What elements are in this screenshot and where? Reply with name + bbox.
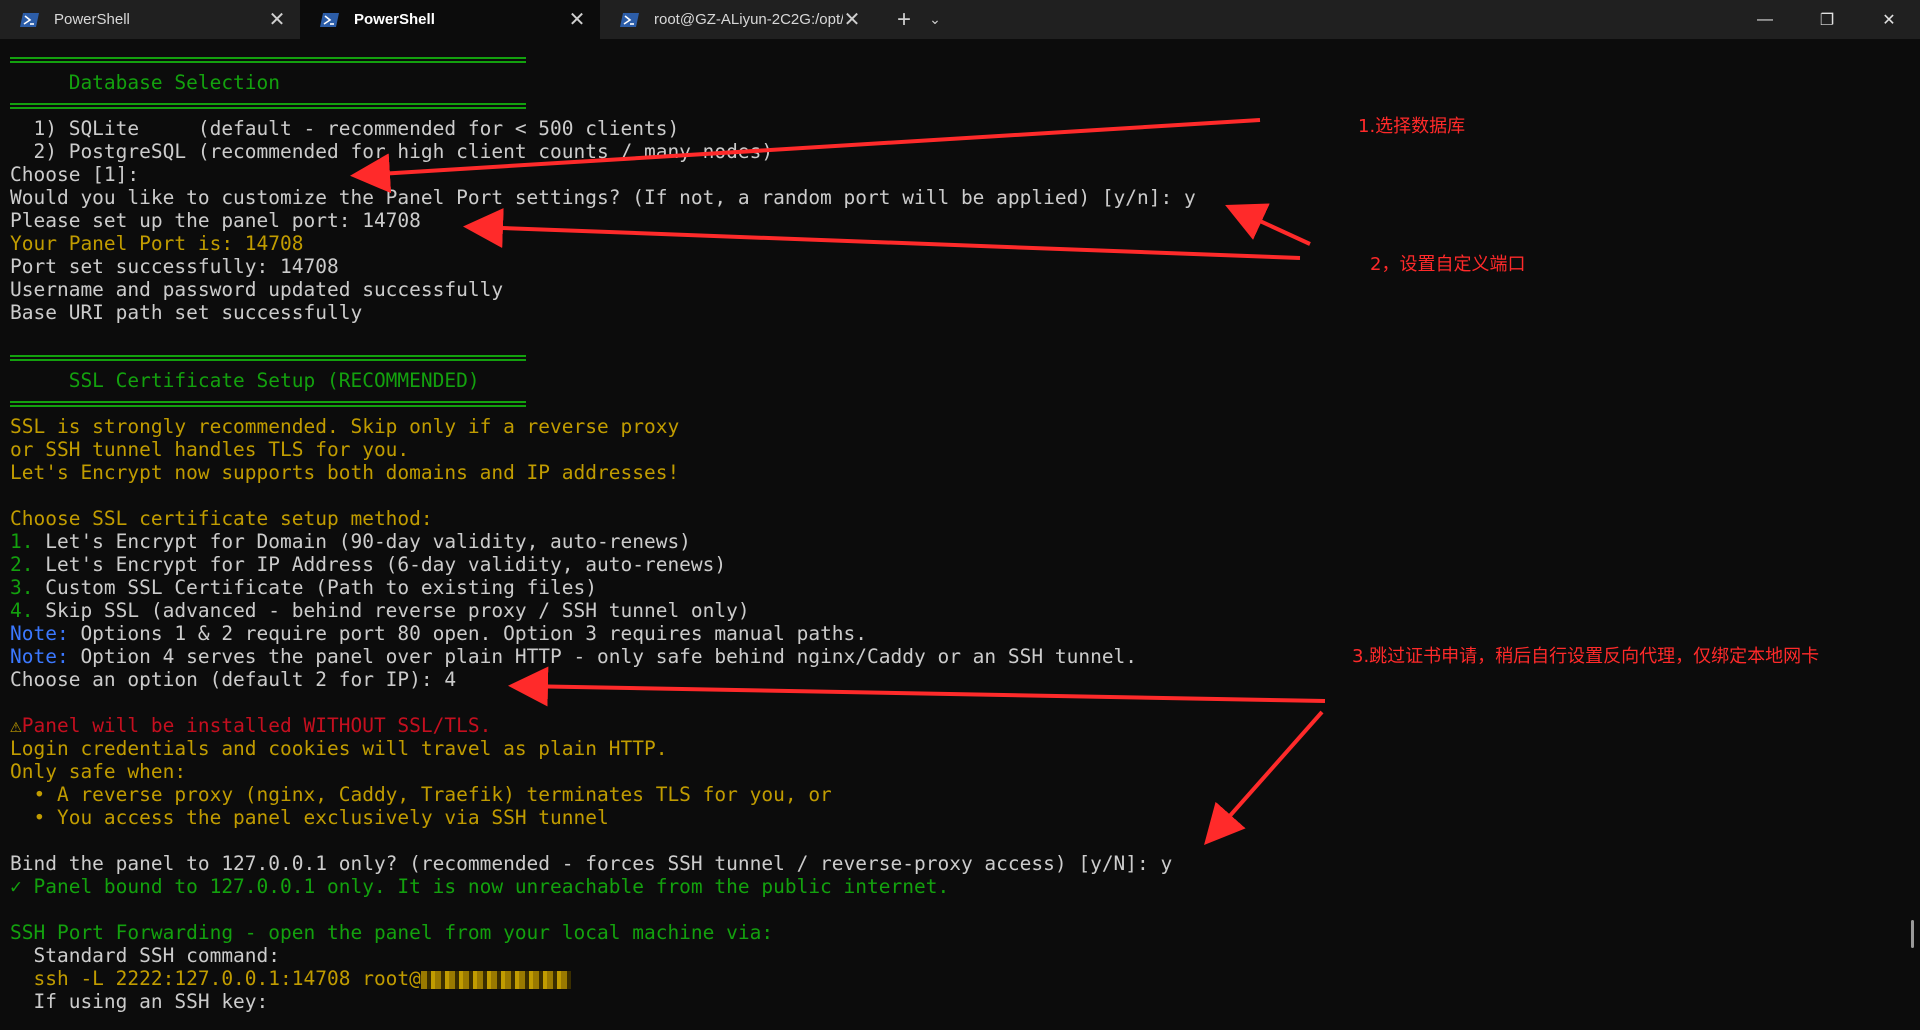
redacted-host bbox=[420, 970, 571, 989]
choose-prompt: Choose [1]: bbox=[10, 163, 140, 186]
ssh-command-line: ssh -L 2222:127.0.0.1:14708 root@ bbox=[10, 967, 571, 990]
option-number: 2. bbox=[10, 553, 34, 576]
close-tab-icon[interactable]: ✕ bbox=[268, 10, 286, 30]
bound-confirmation: ✓ Panel bound to 127.0.0.1 only. It is n… bbox=[10, 875, 950, 898]
ssl-section-header: SSL Certificate Setup (RECOMMENDED) bbox=[10, 369, 480, 392]
note-line-1: Note: Options 1 & 2 require port 80 open… bbox=[10, 622, 867, 645]
safe-condition-2: • You access the panel exclusively via S… bbox=[10, 806, 609, 829]
db-section-header: Database Selection bbox=[10, 71, 281, 94]
window-controls: — ❐ ✕ bbox=[1734, 0, 1920, 39]
option-number: 1. bbox=[10, 530, 34, 553]
annotation-select-database: 1.选择数据库 bbox=[1358, 116, 1466, 137]
ssh-key-label: If using an SSH key: bbox=[10, 990, 269, 1013]
base-uri-line: Base URI path set successfully bbox=[10, 301, 363, 324]
note-label: Note: bbox=[10, 645, 69, 668]
ssl-method-1: 1. Let's Encrypt for Domain (90-day vali… bbox=[10, 530, 691, 553]
close-tab-icon[interactable]: ✕ bbox=[843, 10, 861, 30]
annotation-custom-port: 2，设置自定义端口 bbox=[1370, 254, 1526, 275]
ssh-forwarding-header: SSH Port Forwarding - open the panel fro… bbox=[10, 921, 774, 944]
ssl-recommend-3: Let's Encrypt now supports both domains … bbox=[10, 461, 680, 484]
tab-title: PowerShell bbox=[354, 11, 435, 28]
choose-ssl-method: Choose SSL certificate setup method: bbox=[10, 507, 433, 530]
note-label: Note: bbox=[10, 622, 69, 645]
scrollbar[interactable] bbox=[1911, 920, 1914, 948]
note-line-2: Note: Option 4 serves the panel over pla… bbox=[10, 645, 1137, 668]
ssl-method-2: 2. Let's Encrypt for IP Address (6-day v… bbox=[10, 553, 726, 576]
powershell-icon bbox=[320, 12, 339, 27]
divider bbox=[10, 401, 526, 407]
setup-port-line: Please set up the panel port: 14708 bbox=[10, 209, 421, 232]
ssl-recommend-2: or SSH tunnel handles TLS for you. bbox=[10, 438, 410, 461]
tab-powershell-1[interactable]: PowerShell ✕ bbox=[0, 0, 300, 39]
tab-ssh-session[interactable]: root@GZ-ALiyun-2C2G:/opt/se ✕ bbox=[600, 0, 875, 39]
chevron-down-icon[interactable]: ⌄ bbox=[923, 11, 947, 28]
safe-condition-1: • A reverse proxy (nginx, Caddy, Traefik… bbox=[10, 783, 832, 806]
powershell-icon bbox=[620, 12, 639, 27]
warning-icon: ⚠ bbox=[10, 714, 22, 737]
divider bbox=[10, 103, 526, 109]
ssl-method-4: 4. Skip SSL (advanced - behind reverse p… bbox=[10, 599, 750, 622]
ssl-recommend-1: SSL is strongly recommended. Skip only i… bbox=[10, 415, 680, 438]
tab-title: PowerShell bbox=[54, 11, 130, 28]
your-port-line: Your Panel Port is: 14708 bbox=[10, 232, 304, 255]
option-number: 4. bbox=[10, 599, 34, 622]
db-option-2: 2) PostgreSQL (recommended for high clie… bbox=[10, 140, 774, 163]
tab-bar: PowerShell ✕ PowerShell ✕ root@GZ-ALiyun… bbox=[0, 0, 1920, 39]
close-tab-icon[interactable]: ✕ bbox=[568, 10, 586, 30]
option-text: Skip SSL (advanced - behind reverse prox… bbox=[33, 599, 750, 622]
note-text: Option 4 serves the panel over plain HTT… bbox=[68, 645, 1138, 668]
customize-port-prompt: Would you like to customize the Panel Po… bbox=[10, 186, 1196, 209]
option-text: Let's Encrypt for Domain (90-day validit… bbox=[33, 530, 691, 553]
terminal-output[interactable]: Database Selection 1) SQLite (default - … bbox=[10, 48, 1890, 1030]
tab-title: root@GZ-ALiyun-2C2G:/opt/se bbox=[654, 11, 843, 28]
annotation-skip-certificate: 3.跳过证书申请，稍后自行设置反向代理，仅绑定本地网卡 bbox=[1352, 646, 1820, 667]
standard-ssh-label: Standard SSH command: bbox=[10, 944, 281, 967]
option-text: Let's Encrypt for IP Address (6-day vali… bbox=[33, 553, 727, 576]
note-text: Options 1 & 2 require port 80 open. Opti… bbox=[68, 622, 868, 645]
powershell-icon bbox=[20, 12, 39, 27]
restore-button[interactable]: ❐ bbox=[1796, 0, 1858, 39]
warning-line: ⚠Panel will be installed WITHOUT SSL/TLS… bbox=[10, 714, 491, 737]
new-tab-button[interactable]: + bbox=[885, 6, 923, 34]
ssh-command: ssh -L 2222:127.0.0.1:14708 root@ bbox=[10, 967, 421, 990]
choose-option-prompt: Choose an option (default 2 for IP): 4 bbox=[10, 668, 457, 691]
credentials-updated-line: Username and password updated successful… bbox=[10, 278, 504, 301]
port-set-line: Port set successfully: 14708 bbox=[10, 255, 339, 278]
divider bbox=[10, 355, 526, 361]
only-safe-line: Only safe when: bbox=[10, 760, 187, 783]
bind-localhost-prompt: Bind the panel to 127.0.0.1 only? (recom… bbox=[10, 852, 1173, 875]
ssl-method-3: 3. Custom SSL Certificate (Path to exist… bbox=[10, 576, 597, 599]
close-window-button[interactable]: ✕ bbox=[1858, 0, 1920, 39]
divider bbox=[10, 57, 526, 63]
tab-powershell-2[interactable]: PowerShell ✕ bbox=[300, 0, 600, 39]
option-number: 3. bbox=[10, 576, 34, 599]
tab-actions: + ⌄ bbox=[885, 0, 947, 39]
plain-http-warning: Login credentials and cookies will trave… bbox=[10, 737, 668, 760]
warning-text: Panel will be installed WITHOUT SSL/TLS. bbox=[21, 714, 492, 737]
minimize-button[interactable]: — bbox=[1734, 0, 1796, 39]
db-option-1: 1) SQLite (default - recommended for < 5… bbox=[10, 117, 680, 140]
option-text: Custom SSL Certificate (Path to existing… bbox=[33, 576, 598, 599]
